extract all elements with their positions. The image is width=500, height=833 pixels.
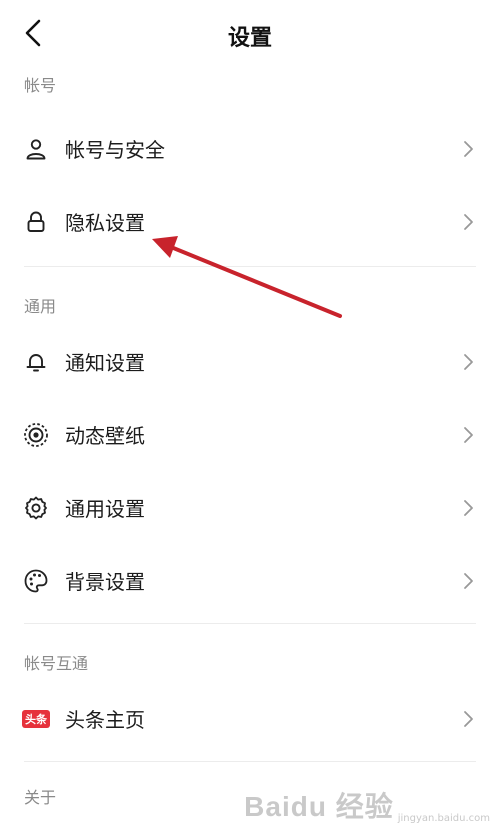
section-label-account: 帐号 <box>24 76 57 95</box>
settings-item-general[interactable]: 通用设置 <box>0 471 500 544</box>
settings-item-label: 通知设置 <box>65 351 145 375</box>
settings-item-label: 动态壁纸 <box>65 424 145 448</box>
settings-item-label: 通用设置 <box>65 497 145 521</box>
chevron-right-icon <box>464 354 473 370</box>
dynamic-wallpaper-icon <box>21 420 51 450</box>
settings-item-dynamic-wallpaper[interactable]: 动态壁纸 <box>0 398 500 471</box>
bell-icon <box>21 347 51 377</box>
settings-item-label: 背景设置 <box>65 570 145 594</box>
section-label-general: 通用 <box>24 297 57 316</box>
settings-item-account-security[interactable]: 帐号与安全 <box>0 112 500 185</box>
settings-item-label: 隐私设置 <box>65 211 145 235</box>
settings-item-label: 头条主页 <box>65 708 145 732</box>
chevron-right-icon <box>464 500 473 516</box>
settings-item-privacy[interactable]: 隐私设置 <box>0 185 500 258</box>
settings-item-notification[interactable]: 通知设置 <box>0 325 500 398</box>
chevron-right-icon <box>464 711 473 727</box>
settings-item-background[interactable]: 背景设置 <box>0 544 500 617</box>
watermark-brand: Baidu 经验 <box>244 791 394 822</box>
gear-icon <box>21 493 51 523</box>
watermark-url: jingyan.baidu.com <box>397 813 490 824</box>
lock-icon <box>21 207 51 237</box>
chevron-right-icon <box>464 214 473 230</box>
baidu-watermark: Baidu 经验 jingyan.baidu.com <box>244 785 490 825</box>
chevron-right-icon <box>464 573 473 589</box>
settings-item-label: 帐号与安全 <box>65 138 165 162</box>
section-label-account-interop: 帐号互通 <box>24 654 89 673</box>
toutiao-badge-icon: 头条 <box>21 704 51 734</box>
chevron-right-icon <box>464 141 473 157</box>
user-icon <box>21 134 51 164</box>
section-label-about: 关于 <box>24 788 57 807</box>
settings-item-toutiao-homepage[interactable]: 头条 头条主页 <box>0 682 500 755</box>
palette-icon <box>21 566 51 596</box>
chevron-right-icon <box>464 427 473 443</box>
header: 设置 <box>0 0 500 70</box>
page-title: 设置 <box>227 26 272 51</box>
